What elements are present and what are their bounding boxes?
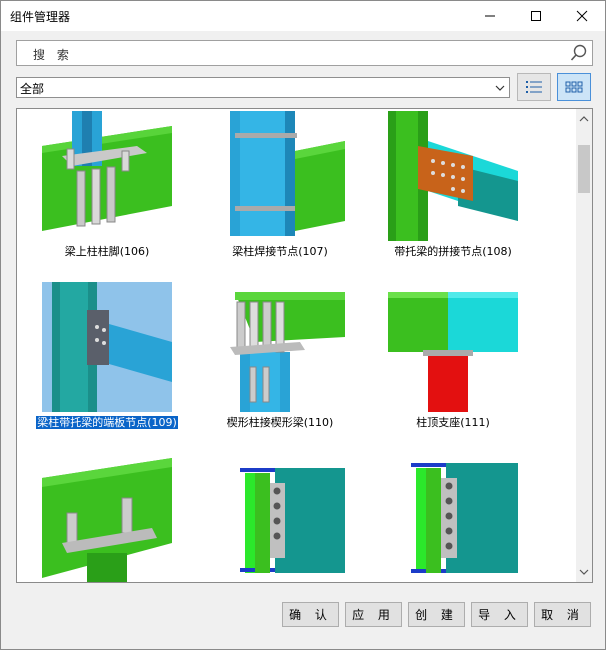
component-label: 柱顶支座(111)	[416, 416, 490, 429]
column-top-support-thumbnail	[388, 292, 518, 412]
splice-with-corbel-thumbnail	[388, 111, 518, 241]
scrollbar-thumb[interactable]	[578, 145, 590, 193]
component-item-110[interactable]: 楔形柱接楔形梁(110)	[195, 282, 365, 452]
component-label: 梁柱焊接节点(107)	[232, 245, 328, 258]
close-button[interactable]	[559, 1, 605, 31]
shear-plate-connection-thumbnail	[240, 468, 345, 573]
component-label: 梁上柱柱脚(106)	[64, 245, 150, 258]
minimize-button[interactable]	[467, 1, 513, 31]
column-base-on-beam-thumbnail	[42, 111, 172, 231]
list-view-button[interactable]	[517, 73, 551, 101]
component-item-109[interactable]: 梁柱带托梁的端板节点(109)	[22, 282, 192, 452]
component-grid[interactable]: 梁上柱柱脚(106) 梁柱焊接节点(107) 带托梁的拼接节点(108) 梁柱带…	[16, 108, 593, 583]
grid-view-icon	[565, 81, 583, 93]
scroll-down-icon	[579, 569, 589, 575]
search-placeholder: 搜 索	[33, 48, 73, 62]
search-icon[interactable]	[570, 44, 588, 65]
component-item-111[interactable]: 柱顶支座(111)	[368, 282, 538, 452]
tapered-column-beam-thumbnail	[230, 292, 345, 412]
component-item-108[interactable]: 带托梁的拼接节点(108)	[368, 111, 538, 281]
cancel-button[interactable]: 取 消	[534, 602, 591, 627]
beam-column-weld-thumbnail	[230, 111, 345, 236]
chevron-down-icon	[495, 82, 505, 96]
category-select[interactable]: 全部	[16, 77, 510, 98]
beam-bracket-thumbnail	[42, 458, 172, 582]
confirm-button[interactable]: 确 认	[282, 602, 339, 627]
web-plate-connection-thumbnail	[411, 463, 518, 573]
component-item-113[interactable]	[195, 453, 365, 582]
maximize-button[interactable]	[513, 1, 559, 31]
create-button[interactable]: 创 建	[408, 602, 465, 627]
component-item-106[interactable]: 梁上柱柱脚(106)	[22, 111, 192, 281]
component-label: 梁柱带托梁的端板节点(109)	[35, 415, 179, 430]
window-title: 组件管理器	[10, 10, 71, 24]
scroll-up-icon	[579, 116, 589, 122]
apply-button[interactable]: 应 用	[345, 602, 402, 627]
category-selected: 全部	[20, 82, 45, 96]
component-manager-window: 组件管理器 搜 索 全部 梁上柱柱脚(106) 梁柱焊接节点(107) 带托梁的…	[0, 0, 606, 650]
component-item-112[interactable]	[22, 453, 192, 582]
grid-view-button[interactable]	[557, 73, 591, 101]
close-icon	[576, 10, 588, 22]
component-label: 带托梁的拼接节点(108)	[394, 245, 512, 258]
vertical-scrollbar[interactable]	[576, 109, 592, 582]
minimize-icon	[485, 15, 495, 17]
title-bar: 组件管理器	[1, 1, 605, 31]
component-item-114[interactable]	[368, 453, 538, 582]
component-item-107[interactable]: 梁柱焊接节点(107)	[195, 111, 365, 281]
search-input[interactable]: 搜 索	[16, 40, 593, 66]
import-button[interactable]: 导 入	[471, 602, 528, 627]
maximize-icon	[531, 11, 541, 21]
component-label: 楔形柱接楔形梁(110)	[226, 416, 334, 429]
list-view-icon	[526, 81, 542, 93]
end-plate-with-corbel-thumbnail	[42, 282, 172, 412]
